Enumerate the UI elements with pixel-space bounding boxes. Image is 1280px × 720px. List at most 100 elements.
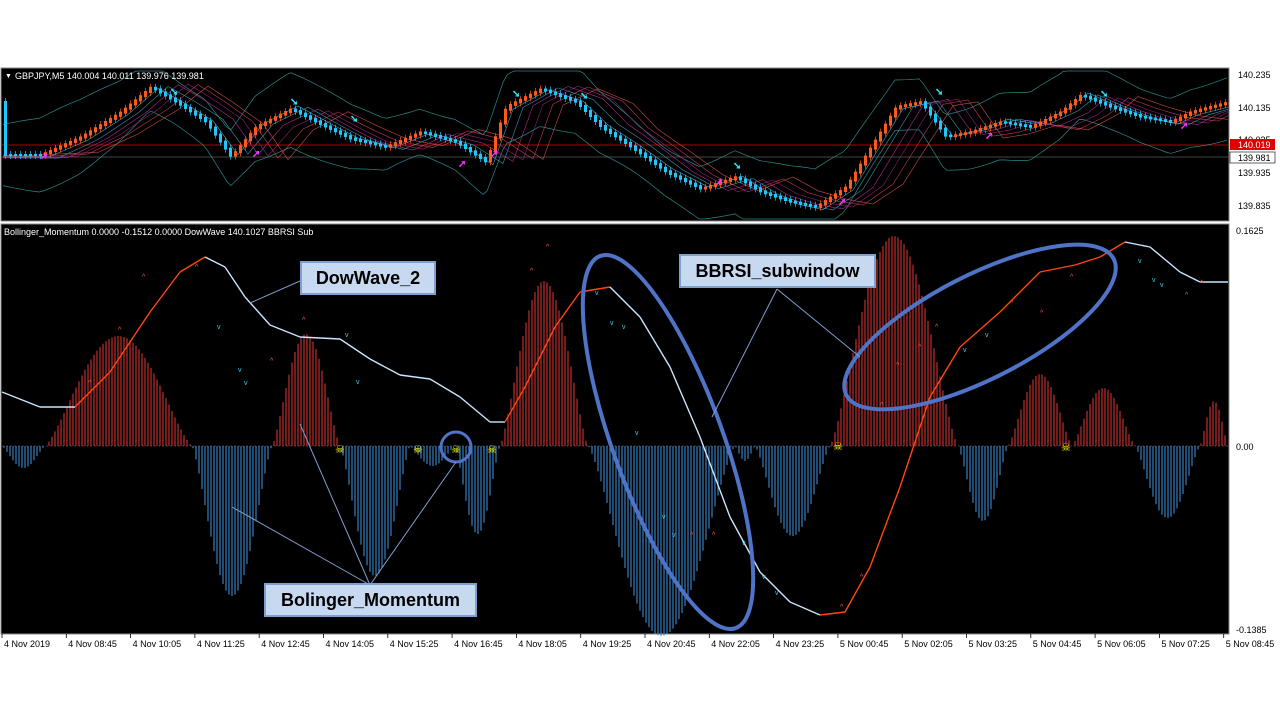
candle: [1089, 95, 1092, 100]
candle: [1209, 106, 1212, 110]
bbrsi-down-mark: v: [742, 540, 746, 547]
signal-skull-icon: ☠: [451, 444, 461, 456]
candle: [314, 117, 317, 123]
candle: [114, 114, 117, 120]
candle: [594, 115, 597, 122]
candle: [609, 128, 612, 134]
momentum-label: Bolinger_Momentum: [264, 583, 477, 617]
candle: [209, 120, 212, 129]
time-tick: 4 Nov 23:25: [776, 639, 825, 649]
candle: [174, 97, 177, 103]
candle: [624, 138, 627, 144]
candle: [914, 102, 917, 106]
candle: [1119, 107, 1122, 111]
price-tick: 140.135: [1238, 103, 1271, 113]
candle: [904, 104, 907, 108]
symbol-header: GBPJPY,M5 140.004 140.011 139.976 139.98…: [15, 71, 204, 81]
candle: [884, 123, 887, 134]
candle: [24, 154, 27, 156]
candle: [419, 131, 422, 136]
bbrsi-down-mark: v: [762, 574, 766, 581]
candle: [799, 201, 802, 205]
sell-arrow-icon: ➘: [580, 91, 588, 102]
candle: [809, 203, 812, 207]
candle: [309, 115, 312, 120]
candle: [789, 199, 792, 203]
candle: [184, 103, 187, 109]
candle: [1109, 103, 1112, 108]
candle: [159, 88, 162, 94]
candle: [364, 140, 367, 144]
candle: [1059, 111, 1062, 116]
candle: [584, 105, 587, 112]
candle: [774, 194, 777, 198]
candle: [324, 122, 327, 128]
candle: [964, 132, 967, 136]
candle: [684, 177, 687, 183]
candle: [69, 140, 72, 146]
candle: [459, 140, 462, 146]
candle: [864, 155, 867, 166]
candle: [629, 142, 632, 148]
candle: [1039, 121, 1042, 126]
candle: [1094, 97, 1097, 102]
candle: [599, 120, 602, 127]
candle: [1154, 117, 1157, 121]
candle: [859, 163, 862, 174]
sell-arrow-icon: ➘: [350, 114, 358, 125]
candle: [149, 86, 152, 93]
candle: [1194, 109, 1197, 114]
dowwave-label: DowWave_2: [300, 261, 436, 295]
time-tick: 4 Nov 15:25: [390, 639, 439, 649]
candle: [1014, 122, 1017, 126]
candle: [844, 186, 847, 192]
candle: [19, 154, 22, 156]
candle: [679, 175, 682, 180]
candle: [1174, 119, 1177, 123]
signal-skull-icon: ☠: [487, 444, 497, 456]
candle: [894, 107, 897, 118]
sell-arrow-icon: ➘: [935, 87, 943, 98]
candle: [724, 179, 727, 184]
candle: [124, 107, 127, 114]
candle: [164, 91, 167, 97]
candle: [694, 182, 697, 188]
candle: [924, 101, 927, 109]
candle: [589, 110, 592, 117]
candle: [329, 125, 332, 130]
candle: [54, 147, 57, 152]
candle: [1204, 107, 1207, 111]
time-tick: 5 Nov 02:05: [904, 639, 953, 649]
candle: [409, 135, 412, 140]
price-tick: 139.935: [1238, 168, 1271, 178]
candle: [1139, 114, 1142, 118]
time-tick: 4 Nov 20:45: [647, 639, 696, 649]
candle: [59, 145, 62, 150]
sub-tick: 0.1625: [1236, 226, 1264, 236]
candle: [439, 135, 442, 139]
candle: [569, 96, 572, 101]
candle: [1064, 107, 1067, 114]
header-triangle-icon[interactable]: ▼: [5, 73, 12, 80]
candle: [1009, 121, 1012, 125]
signal-skull-icon: ☠: [833, 441, 843, 453]
candle: [299, 110, 302, 115]
candle: [199, 113, 202, 119]
candle: [374, 142, 377, 146]
bbrsi-down-mark: v: [775, 590, 779, 597]
candle: [989, 124, 992, 129]
candle: [74, 138, 77, 143]
bbrsi-down-mark: v: [1160, 282, 1164, 289]
candle: [1199, 108, 1202, 112]
time-tick: 4 Nov 11:25: [197, 639, 245, 649]
candle: [104, 121, 107, 127]
candle: [289, 108, 292, 114]
current-price: 139.981: [1238, 153, 1271, 163]
candle: [1164, 119, 1167, 122]
candle: [239, 145, 242, 154]
candle: [709, 184, 712, 189]
candle: [804, 202, 807, 206]
candle: [909, 103, 912, 107]
bbrsi-down-mark: v: [356, 379, 360, 386]
candle: [129, 103, 132, 110]
